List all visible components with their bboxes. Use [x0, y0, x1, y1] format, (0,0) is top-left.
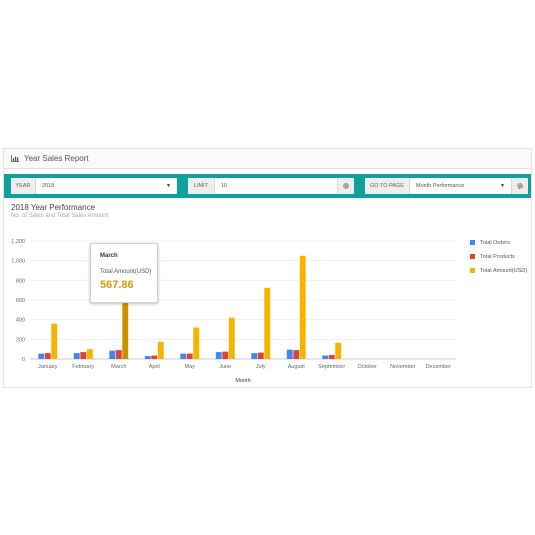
- bar: [51, 323, 58, 359]
- bar: [264, 287, 271, 359]
- bar: [109, 350, 116, 359]
- bar: [144, 356, 151, 359]
- bar: [115, 350, 122, 359]
- x-tick-label: November: [390, 364, 416, 370]
- y-tick-label: 1,200: [11, 239, 25, 245]
- panel-title: Year Sales Report: [24, 154, 89, 163]
- bar: [193, 327, 200, 359]
- year-sales-report-panel: Year Sales Report YEAR 2018 ▼ LIMIT 10 G…: [3, 148, 532, 388]
- goto-page-select[interactable]: Month Performance ▼: [410, 178, 511, 194]
- y-tick-label: 400: [16, 318, 25, 324]
- gear-icon: [517, 183, 523, 189]
- year-value: 2018: [42, 183, 55, 189]
- bar: [286, 349, 293, 359]
- bar: [251, 353, 258, 359]
- gear-icon: [343, 183, 349, 189]
- bar: [228, 317, 235, 359]
- y-tick-label: 600: [16, 298, 25, 304]
- goto-settings-button[interactable]: [511, 178, 528, 194]
- y-tick-label: 800: [16, 278, 25, 284]
- limit-label: LIMIT: [188, 178, 215, 194]
- tooltip-title: March: [100, 253, 118, 259]
- x-tick-label: January: [38, 364, 58, 370]
- panel-header: Year Sales Report: [4, 149, 531, 169]
- bar: [86, 349, 93, 359]
- report-subtitle: No. of Sales and Total Sales Amount: [11, 213, 109, 219]
- x-tick-label: July: [256, 364, 266, 370]
- y-tick-label: 0: [22, 357, 25, 363]
- legend-label: Total Orders: [480, 240, 510, 246]
- x-tick-label: May: [185, 364, 196, 370]
- sales-bar-chart: 0 200 400 600 800 1,000 1,200 January February Ma…: [11, 239, 527, 384]
- bar: [322, 355, 329, 359]
- bar: [38, 353, 45, 359]
- x-tick-label: September: [318, 364, 345, 370]
- bar: [186, 353, 193, 359]
- legend-swatch: [470, 268, 475, 273]
- x-tick-label: June: [219, 364, 231, 370]
- bar: [151, 355, 158, 359]
- bar: [215, 352, 222, 359]
- tooltip-value: 567.86: [100, 279, 134, 291]
- filter-toolbar: YEAR 2018 ▼ LIMIT 10 GO TO PAGE Month Pe…: [4, 174, 531, 198]
- y-tick-label: 1,000: [11, 259, 25, 265]
- bar: [44, 353, 51, 359]
- bar: [328, 355, 335, 359]
- report-title: 2018 Year Performance: [11, 203, 96, 212]
- bar: [257, 352, 264, 359]
- goto-label: GO TO PAGE: [365, 178, 410, 194]
- tooltip-label: Total Amount(USD): [100, 269, 152, 275]
- limit-value: 10: [221, 183, 228, 189]
- bar: [293, 350, 300, 359]
- legend-label: Total Amount(USD): [480, 268, 527, 274]
- limit-settings-button[interactable]: [337, 178, 354, 194]
- chevron-down-icon: ▼: [166, 183, 171, 189]
- x-tick-label: February: [72, 364, 94, 370]
- bar: [222, 351, 229, 359]
- legend-swatch: [470, 254, 475, 259]
- legend-swatch: [470, 240, 475, 245]
- goto-page-group: GO TO PAGE Month Performance ▼: [365, 178, 528, 194]
- limit-input-group: LIMIT 10: [188, 178, 354, 194]
- x-tick-label: August: [288, 364, 306, 370]
- x-tick-label: March: [111, 364, 126, 370]
- bar: [335, 342, 342, 359]
- bar: [80, 352, 87, 359]
- chevron-down-icon: ▼: [500, 183, 505, 189]
- bar: [180, 353, 187, 359]
- x-axis-label: Month: [235, 378, 250, 384]
- bar: [73, 353, 80, 359]
- year-select[interactable]: YEAR 2018 ▼: [11, 178, 177, 194]
- x-tick-label: December: [426, 364, 452, 370]
- x-tick-label: October: [357, 364, 377, 370]
- limit-input[interactable]: 10: [215, 178, 337, 194]
- bar-chart-icon: [11, 155, 19, 162]
- bar: [122, 303, 129, 359]
- legend-label: Total Products: [480, 254, 515, 260]
- x-tick-label: April: [149, 364, 160, 370]
- bar: [157, 341, 164, 359]
- y-tick-label: 200: [16, 337, 25, 343]
- bar: [299, 255, 306, 359]
- year-label: YEAR: [11, 178, 36, 194]
- goto-value: Month Performance: [416, 183, 465, 189]
- chart-tooltip: March Total Amount(USD) 567.86: [90, 243, 158, 303]
